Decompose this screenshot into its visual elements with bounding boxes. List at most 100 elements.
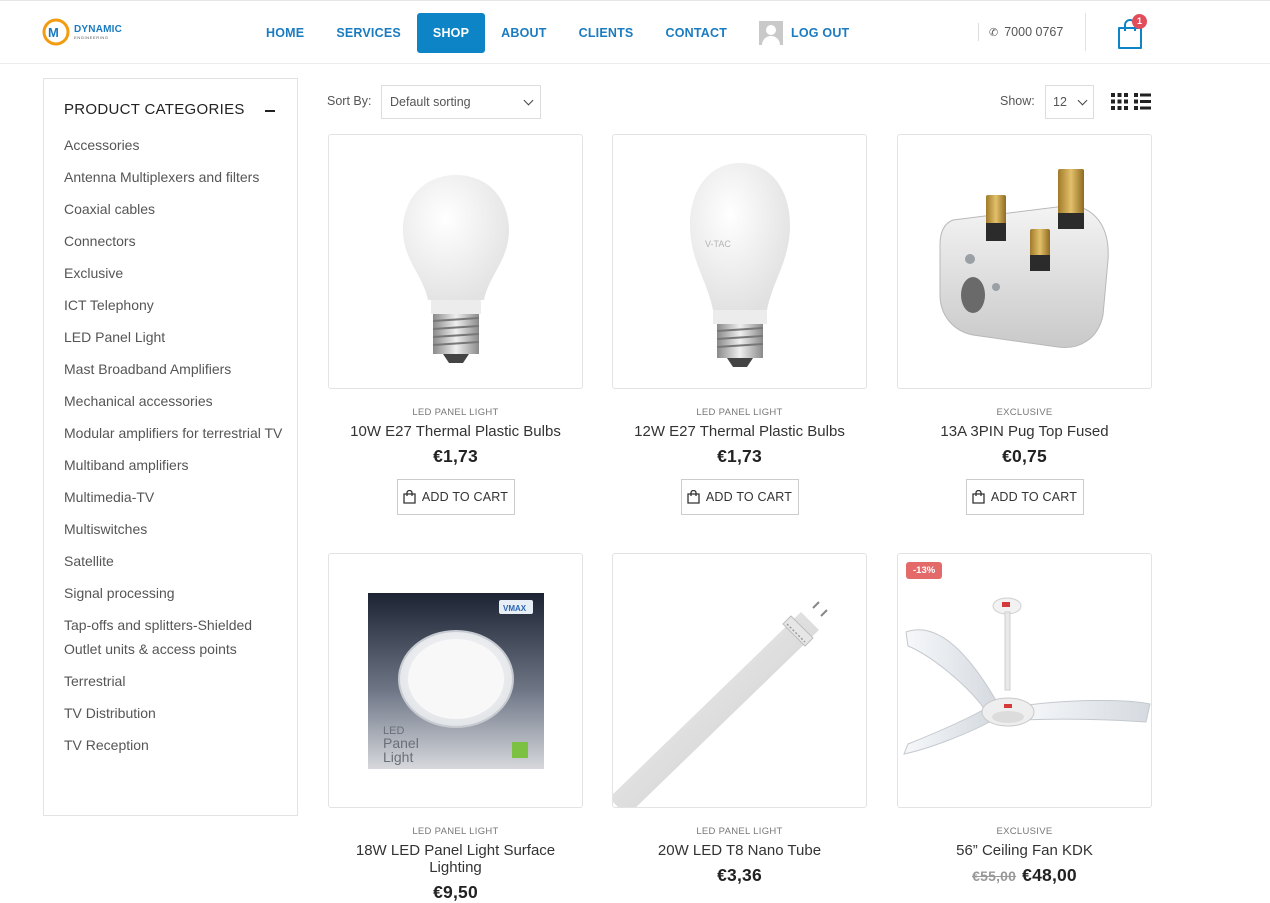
old-price-value: €55,00 xyxy=(972,868,1017,884)
product-title[interactable]: 12W E27 Thermal Plastic Bulbs xyxy=(612,423,867,440)
phone-icon: ✆ xyxy=(989,26,999,39)
category-link[interactable]: Multiswitches xyxy=(64,517,289,541)
category-sidebar: PRODUCT CATEGORIES Accessories Antenna M… xyxy=(43,78,298,816)
category-link[interactable]: Coaxial cables xyxy=(64,197,289,221)
logo-mark-icon: M xyxy=(42,18,70,46)
product-price: €1,73 xyxy=(612,446,867,467)
per-page-select[interactable]: 12 xyxy=(1045,85,1094,119)
category-link[interactable]: Signal processing xyxy=(64,581,289,605)
main-nav: HOME SERVICES SHOP ABOUT CLIENTS CONTACT… xyxy=(250,13,865,53)
collapse-minus-icon[interactable] xyxy=(265,110,275,112)
nav-home[interactable]: HOME xyxy=(250,13,320,53)
nav-shop[interactable]: SHOP xyxy=(416,13,486,53)
product-image[interactable]: -13% xyxy=(897,553,1152,808)
product-category[interactable]: EXCLUSIVE xyxy=(897,826,1152,837)
price-value: €1,73 xyxy=(717,446,762,466)
product-card: LED PANEL LIGHT 10W E27 Thermal Plastic … xyxy=(328,134,583,515)
category-link[interactable]: Connectors xyxy=(64,229,289,253)
logo-name: DYNAMIC xyxy=(74,23,123,35)
led-panel-image-icon: VMAX LED Panel Light xyxy=(368,593,544,769)
category-link[interactable]: Multiband amplifiers xyxy=(64,453,289,477)
logo-tagline: ENGINEERING xyxy=(74,34,109,40)
category-link[interactable]: Tap-offs and splitters-Shielded Outlet u… xyxy=(64,613,289,661)
chevron-down-icon xyxy=(523,95,534,105)
product-image[interactable]: V-TAC xyxy=(612,134,867,389)
product-title[interactable]: 20W LED T8 Nano Tube xyxy=(612,842,867,859)
product-card: VMAX LED Panel Light LED PANEL LIGHT 18W… xyxy=(328,553,583,903)
add-to-cart-label: ADD TO CART xyxy=(990,490,1078,504)
add-to-cart-label: ADD TO CART xyxy=(705,490,793,504)
product-title[interactable]: 10W E27 Thermal Plastic Bulbs xyxy=(328,423,583,440)
category-link[interactable]: Antenna Multiplexers and filters xyxy=(64,165,289,189)
category-link[interactable]: Modular amplifiers for terrestrial TV xyxy=(64,421,289,445)
price-value: €48,00 xyxy=(1022,865,1077,885)
list-view-icon[interactable] xyxy=(1134,93,1151,110)
bulb-brand-text: V-TAC xyxy=(705,239,731,249)
shopping-bag-icon xyxy=(972,490,985,504)
product-category[interactable]: LED PANEL LIGHT xyxy=(328,407,583,418)
category-link[interactable]: Multimedia-TV xyxy=(64,485,289,509)
sidebar-title: PRODUCT CATEGORIES xyxy=(64,101,245,118)
add-to-cart-button[interactable]: ADD TO CART xyxy=(396,479,515,515)
bulb-image-icon: V-TAC xyxy=(690,163,790,367)
add-to-cart-button[interactable]: ADD TO CART xyxy=(680,479,799,515)
product-category[interactable]: LED PANEL LIGHT xyxy=(612,826,867,837)
product-price: €55,00 €48,00 xyxy=(897,865,1152,886)
add-to-cart-label: ADD TO CART xyxy=(421,490,509,504)
logout-label: LOG OUT xyxy=(791,26,850,40)
product-card: V-TAC LED PANEL LIGHT 12W E27 Thermal Pl… xyxy=(612,134,867,515)
phone-contact[interactable]: ✆ 7000 0767 xyxy=(978,23,1063,41)
sort-select[interactable]: Default sorting xyxy=(381,85,541,119)
product-title[interactable]: 13A 3PIN Pug Top Fused xyxy=(897,423,1152,440)
product-category[interactable]: EXCLUSIVE xyxy=(897,407,1152,418)
product-title[interactable]: 56” Ceiling Fan KDK xyxy=(897,842,1152,859)
chevron-down-icon xyxy=(1077,95,1088,105)
category-link[interactable]: TV Reception xyxy=(64,733,289,757)
panel-text-line3: Light xyxy=(383,749,413,765)
led-tube-image-icon xyxy=(613,601,828,807)
per-page-value: 12 xyxy=(1053,95,1067,109)
product-card: -13% EXCLUSIVE 56” Ceiling Fan KDK €55,0… xyxy=(897,553,1152,886)
cart-count-badge: 1 xyxy=(1132,14,1147,29)
category-link[interactable]: Terrestrial xyxy=(64,669,289,693)
category-link[interactable]: Accessories xyxy=(64,133,289,157)
product-price: €1,73 xyxy=(328,446,583,467)
nav-about[interactable]: ABOUT xyxy=(485,13,562,53)
product-card: LED PANEL LIGHT 20W LED T8 Nano Tube €3,… xyxy=(612,553,867,886)
shopping-bag-icon xyxy=(403,490,416,504)
product-price: €3,36 xyxy=(612,865,867,886)
shopping-bag-icon xyxy=(687,490,700,504)
category-link[interactable]: TV Distribution xyxy=(64,701,289,725)
product-category[interactable]: LED PANEL LIGHT xyxy=(612,407,867,418)
svg-text:M: M xyxy=(48,25,59,40)
category-link[interactable]: Exclusive xyxy=(64,261,289,285)
product-image[interactable] xyxy=(328,134,583,389)
category-link[interactable]: Satellite xyxy=(64,549,289,573)
product-title[interactable]: 18W LED Panel Light Surface Lighting xyxy=(328,842,583,876)
category-link[interactable]: ICT Telephony xyxy=(64,293,289,317)
product-category[interactable]: LED PANEL LIGHT xyxy=(328,826,583,837)
price-value: €9,50 xyxy=(433,882,478,902)
category-list: Accessories Antenna Multiplexers and fil… xyxy=(64,133,289,765)
site-logo[interactable]: M DYNAMIC ENGINEERING xyxy=(42,15,132,49)
product-image[interactable]: VMAX LED Panel Light xyxy=(328,553,583,808)
header-divider xyxy=(1085,13,1086,51)
bulb-image-icon xyxy=(403,175,509,363)
product-image[interactable] xyxy=(897,134,1152,389)
grid-view-icon[interactable] xyxy=(1111,93,1128,110)
category-link[interactable]: LED Panel Light xyxy=(64,325,289,349)
nav-clients[interactable]: CLIENTS xyxy=(563,13,650,53)
logout-link[interactable]: LOG OUT xyxy=(743,13,865,53)
nav-contact[interactable]: CONTACT xyxy=(649,13,743,53)
nav-services[interactable]: SERVICES xyxy=(320,13,417,53)
sale-badge: -13% xyxy=(906,562,943,579)
category-link[interactable]: Mast Broadband Amplifiers xyxy=(64,357,289,381)
add-to-cart-button[interactable]: ADD TO CART xyxy=(965,479,1084,515)
ceiling-fan-image-icon xyxy=(903,597,1151,755)
product-price: €0,75 xyxy=(897,446,1152,467)
show-label: Show: xyxy=(1000,94,1035,108)
product-image[interactable] xyxy=(612,553,867,808)
category-link[interactable]: Mechanical accessories xyxy=(64,389,289,413)
price-value: €1,73 xyxy=(433,446,478,466)
product-price: €9,50 xyxy=(328,882,583,903)
